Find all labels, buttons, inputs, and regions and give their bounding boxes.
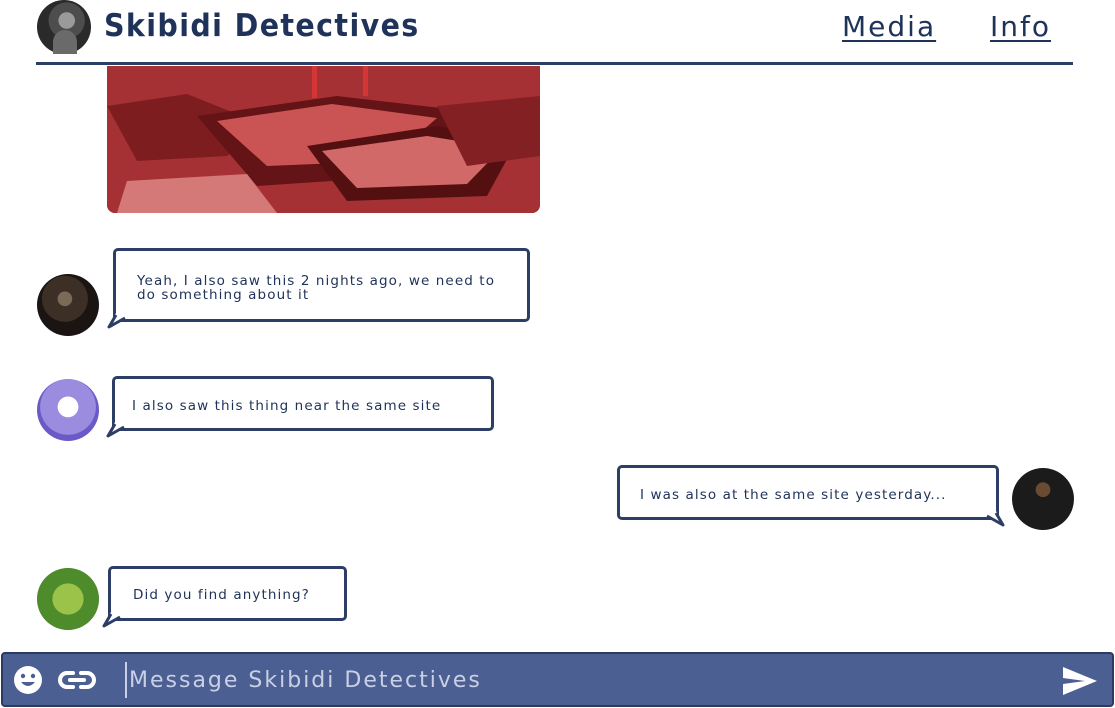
emoji-icon[interactable]: [13, 665, 43, 695]
nav-link-media[interactable]: Media: [842, 10, 936, 43]
group-avatar[interactable]: [37, 0, 91, 54]
bubble-tail: [986, 511, 1005, 527]
chat-message: I also saw this thing near the same site: [106, 376, 494, 438]
nav-link-info[interactable]: Info: [990, 10, 1051, 43]
header-divider: [36, 62, 1073, 65]
bubble-tail: [106, 422, 125, 438]
message-input[interactable]: [125, 662, 1045, 698]
hooded-man-avatar[interactable]: [37, 274, 99, 336]
chat-message-own: I was also at the same site yesterday...: [617, 465, 1005, 527]
link-icon[interactable]: [57, 666, 97, 694]
page-title: Skibidi Detectives: [104, 8, 420, 44]
chat-message: Did you find anything?: [102, 566, 347, 628]
chat-message: Yeah, I also saw this 2 nights ago, we n…: [107, 248, 530, 329]
message-text: Did you find anything?: [133, 587, 310, 603]
snowman-avatar[interactable]: [37, 379, 99, 441]
header: Skibidi Detectives Media Info: [0, 0, 1115, 66]
ogre-avatar[interactable]: [37, 568, 99, 630]
user-avatar[interactable]: [1012, 468, 1074, 530]
message-text: Yeah, I also saw this 2 nights ago, we n…: [137, 273, 496, 303]
send-icon[interactable]: [1061, 665, 1099, 697]
bubble-tail: [107, 313, 126, 329]
message-composer: [1, 652, 1114, 707]
bubble-tail: [102, 612, 121, 628]
message-text: I also saw this thing near the same site: [132, 398, 442, 414]
message-text: I was also at the same site yesterday...: [640, 487, 947, 503]
shared-media-image[interactable]: [107, 66, 540, 213]
